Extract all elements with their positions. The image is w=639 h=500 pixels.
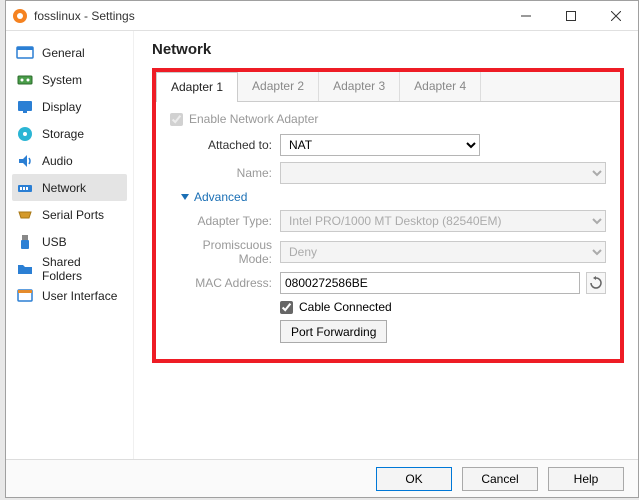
main-panel: Network Adapter 1 Adapter 2 Adapter 3 Ad… — [134, 31, 638, 459]
ui-icon — [16, 287, 34, 305]
adapter-tabs: Adapter 1 Adapter 2 Adapter 3 Adapter 4 — [156, 72, 620, 102]
cancel-button[interactable]: Cancel — [462, 467, 538, 491]
minimize-button[interactable] — [503, 1, 548, 31]
sidebar-item-user-interface[interactable]: User Interface — [12, 282, 127, 309]
dialog-footer: OK Cancel Help — [6, 459, 638, 497]
usb-icon — [16, 233, 34, 251]
sidebar-item-storage[interactable]: Storage — [12, 120, 127, 147]
close-button[interactable] — [593, 1, 638, 31]
sidebar-item-label: Display — [42, 100, 81, 114]
sidebar: General System Display Storage Audio Net… — [6, 31, 134, 459]
enable-adapter-input[interactable] — [170, 113, 183, 126]
help-button[interactable]: Help — [548, 467, 624, 491]
attached-to-label: Attached to: — [170, 138, 280, 152]
sidebar-item-label: Shared Folders — [42, 255, 123, 283]
tab-adapter-4[interactable]: Adapter 4 — [400, 72, 481, 101]
sidebar-item-audio[interactable]: Audio — [12, 147, 127, 174]
adapter-type-label: Adapter Type: — [170, 214, 280, 228]
display-icon — [16, 98, 34, 116]
refresh-icon — [589, 276, 603, 290]
advanced-label: Advanced — [194, 190, 247, 204]
highlight-frame: Adapter 1 Adapter 2 Adapter 3 Adapter 4 … — [152, 68, 624, 363]
mac-label: MAC Address: — [170, 276, 280, 290]
audio-icon — [16, 152, 34, 170]
cable-connected-label: Cable Connected — [299, 300, 392, 314]
attached-to-select[interactable]: NAT — [280, 134, 480, 156]
name-label: Name: — [170, 166, 280, 180]
sidebar-item-label: Storage — [42, 127, 84, 141]
enable-adapter-label: Enable Network Adapter — [189, 112, 318, 126]
folder-icon — [16, 260, 34, 278]
chevron-down-icon — [180, 192, 190, 202]
advanced-expander[interactable]: Advanced — [180, 190, 606, 204]
sidebar-item-label: Audio — [42, 154, 73, 168]
ok-button[interactable]: OK — [376, 467, 452, 491]
name-select — [280, 162, 606, 184]
system-icon — [16, 71, 34, 89]
sidebar-item-general[interactable]: General — [12, 39, 127, 66]
sidebar-item-serial-ports[interactable]: Serial Ports — [12, 201, 127, 228]
promiscuous-label: Promiscuous Mode: — [170, 238, 280, 266]
window-title: fosslinux - Settings — [34, 9, 503, 23]
promiscuous-select: Deny — [280, 241, 606, 263]
sidebar-item-network[interactable]: Network — [12, 174, 127, 201]
mac-refresh-button[interactable] — [586, 272, 606, 294]
app-icon — [12, 8, 28, 24]
maximize-button[interactable] — [548, 1, 593, 31]
titlebar: fosslinux - Settings — [6, 1, 638, 31]
tab-adapter-1[interactable]: Adapter 1 — [156, 72, 238, 102]
general-icon — [16, 44, 34, 62]
cable-connected-checkbox[interactable]: Cable Connected — [280, 300, 606, 314]
sidebar-item-usb[interactable]: USB — [12, 228, 127, 255]
storage-icon — [16, 125, 34, 143]
tab-adapter-2[interactable]: Adapter 2 — [238, 72, 319, 101]
sidebar-item-label: Network — [42, 181, 86, 195]
sidebar-item-label: General — [42, 46, 85, 60]
sidebar-item-shared-folders[interactable]: Shared Folders — [12, 255, 127, 282]
tab-adapter-3[interactable]: Adapter 3 — [319, 72, 400, 101]
enable-adapter-checkbox[interactable]: Enable Network Adapter — [170, 112, 606, 126]
sidebar-item-label: USB — [42, 235, 67, 249]
cable-connected-input[interactable] — [280, 301, 293, 314]
sidebar-item-label: User Interface — [42, 289, 117, 303]
serial-icon — [16, 206, 34, 224]
sidebar-item-label: Serial Ports — [42, 208, 104, 222]
adapter-pane: Enable Network Adapter Attached to: NAT … — [156, 102, 620, 359]
sidebar-item-system[interactable]: System — [12, 66, 127, 93]
mac-address-input[interactable] — [280, 272, 580, 294]
sidebar-item-display[interactable]: Display — [12, 93, 127, 120]
port-forwarding-button[interactable]: Port Forwarding — [280, 320, 387, 343]
settings-window: fosslinux - Settings General System Disp… — [5, 0, 639, 498]
sidebar-item-label: System — [42, 73, 82, 87]
network-icon — [16, 179, 34, 197]
adapter-type-select: Intel PRO/1000 MT Desktop (82540EM) — [280, 210, 606, 232]
page-title: Network — [152, 41, 624, 58]
